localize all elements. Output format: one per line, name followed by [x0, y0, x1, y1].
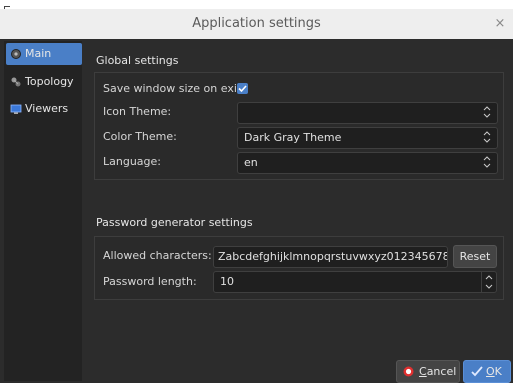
sidebar-item-main[interactable]: Main: [6, 43, 82, 65]
ok-label: OK: [486, 361, 502, 382]
updown-chevron-icon: [483, 106, 491, 118]
main-panel: Global settings Save window size on exit…: [88, 39, 513, 383]
title-bar: Application settings ×: [0, 9, 513, 39]
ok-button[interactable]: OK: [463, 360, 511, 383]
cancel-label: Cancel: [419, 361, 456, 382]
ok-mnemonic: O: [486, 365, 495, 378]
close-button[interactable]: ×: [493, 17, 507, 31]
global-settings-title: Global settings: [96, 54, 179, 67]
allowed-characters-value: Zabcdefghijklmnopqrstuvwxyz0123456789: [218, 250, 448, 263]
global-settings-group: Save window size on exit: Icon Theme: Co…: [94, 72, 504, 180]
sidebar-item-label: Main: [25, 47, 52, 60]
password-settings-title: Password generator settings: [96, 216, 253, 229]
color-theme-label: Color Theme:: [103, 130, 177, 143]
sidebar-item-topology[interactable]: Topology: [6, 71, 82, 93]
cancel-mnemonic: C: [419, 365, 427, 378]
topology-icon: [11, 77, 21, 87]
password-settings-group: Allowed characters: Zabcdefghijklmnopqrs…: [94, 236, 504, 300]
allowed-characters-label: Allowed characters:: [103, 249, 212, 262]
spin-buttons[interactable]: [481, 272, 496, 292]
language-select[interactable]: en: [237, 152, 498, 174]
password-length-spinbox[interactable]: 10: [213, 271, 497, 293]
password-length-value: 10: [220, 275, 234, 288]
ok-icon: [471, 366, 483, 377]
sidebar: Main Topology Viewers: [4, 41, 82, 381]
sidebar-item-label: Viewers: [25, 102, 69, 115]
cancel-label-rest: ancel: [426, 365, 457, 378]
monitor-icon: [10, 104, 22, 114]
updown-chevron-icon: [483, 156, 491, 168]
settings-window: Application settings × Main Topology Vie…: [0, 0, 513, 383]
save-window-size-label: Save window size on exit:: [103, 82, 245, 95]
save-window-size-checkbox[interactable]: [237, 83, 248, 94]
window-title: Application settings: [192, 16, 321, 31]
sidebar-item-label: Topology: [25, 75, 74, 88]
language-value: en: [244, 156, 258, 169]
color-theme-value: Dark Gray Theme: [244, 131, 342, 144]
gear-icon: [11, 49, 21, 59]
color-theme-select[interactable]: Dark Gray Theme: [237, 127, 498, 149]
updown-chevron-icon: [483, 131, 491, 143]
cancel-icon: [403, 366, 414, 377]
updown-chevron-icon: [485, 275, 493, 289]
checkmark-icon: [238, 85, 247, 93]
reset-button[interactable]: Reset: [453, 245, 497, 268]
cancel-button[interactable]: Cancel: [396, 360, 460, 383]
allowed-characters-input[interactable]: Zabcdefghijklmnopqrstuvwxyz0123456789: [213, 246, 448, 268]
dialog-body: Main Topology Viewers Global settings Sa…: [0, 39, 513, 383]
ok-label-rest: K: [494, 365, 502, 378]
language-label: Language:: [103, 155, 161, 168]
icon-theme-label: Icon Theme:: [103, 105, 172, 118]
icon-theme-select[interactable]: [237, 102, 498, 124]
password-length-label: Password length:: [103, 275, 197, 288]
sidebar-item-viewers[interactable]: Viewers: [6, 98, 82, 120]
